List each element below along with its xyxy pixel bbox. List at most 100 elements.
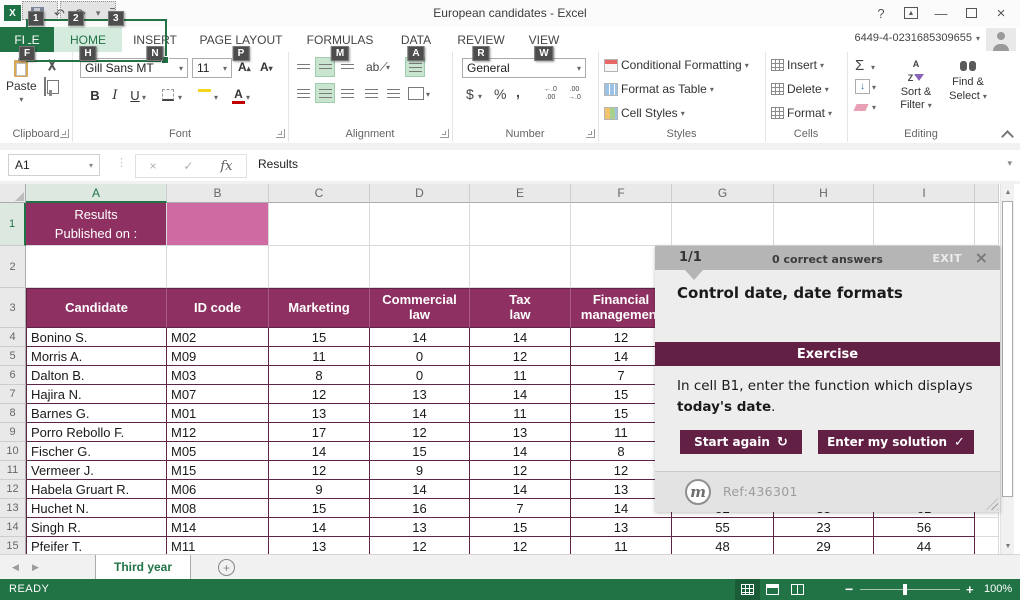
row-header-12[interactable]: 12 (0, 480, 26, 499)
italic-button[interactable]: I (108, 88, 122, 103)
prev-sheet-icon[interactable]: ◀ (12, 562, 19, 573)
cell[interactable]: Fischer G. (26, 442, 167, 461)
cell[interactable]: 0 (370, 347, 470, 366)
cell[interactable]: 12 (269, 385, 370, 404)
cell[interactable]: Vermeer J. (26, 461, 167, 480)
cell[interactable]: Barnes G. (26, 404, 167, 423)
tab-formulas[interactable]: FORMULASM (294, 27, 386, 52)
column-header-C[interactable]: C (269, 184, 370, 203)
cell[interactable]: 11 (470, 404, 571, 423)
minimize-button[interactable]: — (926, 3, 956, 23)
cell[interactable]: Porro Rebollo F. (26, 423, 167, 442)
scroll-up-icon[interactable]: ▲ (1001, 184, 1015, 200)
cell[interactable]: 11 (470, 366, 571, 385)
fill-color-dropdown-icon[interactable]: ▾ (214, 93, 218, 102)
start-again-button[interactable]: Start again↻ (680, 430, 802, 454)
cell[interactable]: 8 (269, 366, 370, 385)
cell[interactable]: M01 (167, 404, 269, 423)
increase-font-icon[interactable]: A▴ (238, 61, 251, 73)
cell[interactable]: Tax law (470, 288, 571, 328)
format-cells-button[interactable]: Format▾ (771, 106, 832, 120)
number-dialog-launcher[interactable] (586, 129, 595, 138)
cell[interactable]: 11 (571, 537, 672, 554)
cell[interactable]: M15 (167, 461, 269, 480)
clipboard-dialog-launcher[interactable] (60, 129, 69, 138)
cell[interactable]: M09 (167, 347, 269, 366)
align-left-icon[interactable] (294, 84, 312, 102)
copy-icon[interactable] (44, 77, 46, 96)
expand-formula-bar-icon[interactable]: ▾ (1007, 158, 1012, 169)
find-select-button[interactable]: Find & Select ▾ (943, 58, 993, 103)
cell[interactable]: 14 (370, 480, 470, 499)
align-top-icon[interactable] (294, 58, 312, 76)
column-header-F[interactable]: F (571, 184, 672, 203)
vertical-scroll-thumb[interactable] (1002, 201, 1013, 497)
tab-file[interactable]: FILEF (0, 27, 54, 52)
cell[interactable]: M07 (167, 385, 269, 404)
column-header-A[interactable]: A (26, 184, 167, 203)
decrease-font-icon[interactable]: A▾ (260, 61, 273, 73)
cell[interactable]: 14 (370, 404, 470, 423)
cell[interactable] (167, 246, 269, 288)
cell[interactable]: 15 (470, 518, 571, 537)
tab-page-layout[interactable]: PAGE LAYOUTP (188, 27, 294, 52)
cell[interactable] (470, 246, 571, 288)
cell[interactable]: Marketing (269, 288, 370, 328)
ribbon-display-button[interactable]: ▲ (896, 3, 926, 23)
cell[interactable]: M12 (167, 423, 269, 442)
confirm-entry-icon[interactable]: ✓ (183, 159, 193, 173)
tab-insert[interactable]: INSERTN (122, 27, 188, 52)
cell[interactable]: 12 (370, 423, 470, 442)
close-button[interactable]: × (986, 3, 1016, 23)
column-header-E[interactable]: E (470, 184, 571, 203)
help-button[interactable]: ? (866, 3, 896, 23)
cell[interactable] (672, 203, 774, 246)
number-format-combo[interactable]: General▾ (462, 58, 586, 78)
column-header-I[interactable]: I (874, 184, 975, 203)
insert-cells-button[interactable]: Insert▾ (771, 58, 824, 72)
zoom-level[interactable]: 100% (984, 583, 1012, 595)
column-header-D[interactable]: D (370, 184, 470, 203)
cell[interactable]: M11 (167, 537, 269, 554)
cell[interactable] (975, 203, 999, 246)
column-header-H[interactable]: H (774, 184, 874, 203)
cell[interactable]: 14 (470, 442, 571, 461)
cell[interactable] (167, 203, 269, 246)
row-header-11[interactable]: 11 (0, 461, 26, 480)
cell[interactable]: 9 (370, 461, 470, 480)
font-color-icon[interactable]: A (232, 88, 245, 104)
formula-content[interactable]: Results (258, 157, 298, 171)
cell[interactable]: M03 (167, 366, 269, 385)
cell[interactable]: 12 (470, 537, 571, 554)
font-dialog-launcher[interactable] (276, 129, 285, 138)
cell[interactable]: 44 (874, 537, 975, 554)
cell[interactable]: 12 (470, 461, 571, 480)
decrease-decimal-icon[interactable]: .00 →.0 (568, 86, 581, 103)
cell[interactable]: 14 (269, 442, 370, 461)
scroll-down-icon[interactable]: ▼ (1001, 538, 1015, 554)
page-break-view-button[interactable] (785, 579, 810, 600)
borders-icon[interactable] (162, 89, 174, 101)
cell[interactable]: 55 (672, 518, 774, 537)
resize-handle[interactable] (986, 498, 998, 510)
cell[interactable]: 14 (269, 518, 370, 537)
cell[interactable]: 14 (370, 328, 470, 347)
font-name-combo[interactable]: Gill Sans MT▾ (80, 58, 188, 78)
merge-center-icon[interactable] (408, 87, 424, 100)
cell[interactable] (975, 518, 999, 537)
cell[interactable]: Dalton B. (26, 366, 167, 385)
cell[interactable]: 14 (470, 328, 571, 347)
insert-function-icon[interactable]: fx (220, 159, 232, 174)
cell-styles-button[interactable]: Cell Styles▾ (604, 106, 685, 120)
tab-review[interactable]: REVIEWR (446, 27, 516, 52)
cell[interactable] (26, 246, 167, 288)
zoom-out-icon[interactable]: − (845, 581, 853, 597)
cell[interactable]: Bonino S. (26, 328, 167, 347)
avatar[interactable] (986, 28, 1016, 51)
clear-dropdown-icon[interactable]: ▾ (872, 103, 876, 112)
cell[interactable] (269, 246, 370, 288)
tab-home[interactable]: HOMEH (54, 27, 122, 52)
cell[interactable] (774, 203, 874, 246)
cell[interactable]: 13 (470, 423, 571, 442)
fill-icon[interactable]: ↓ (855, 79, 870, 94)
